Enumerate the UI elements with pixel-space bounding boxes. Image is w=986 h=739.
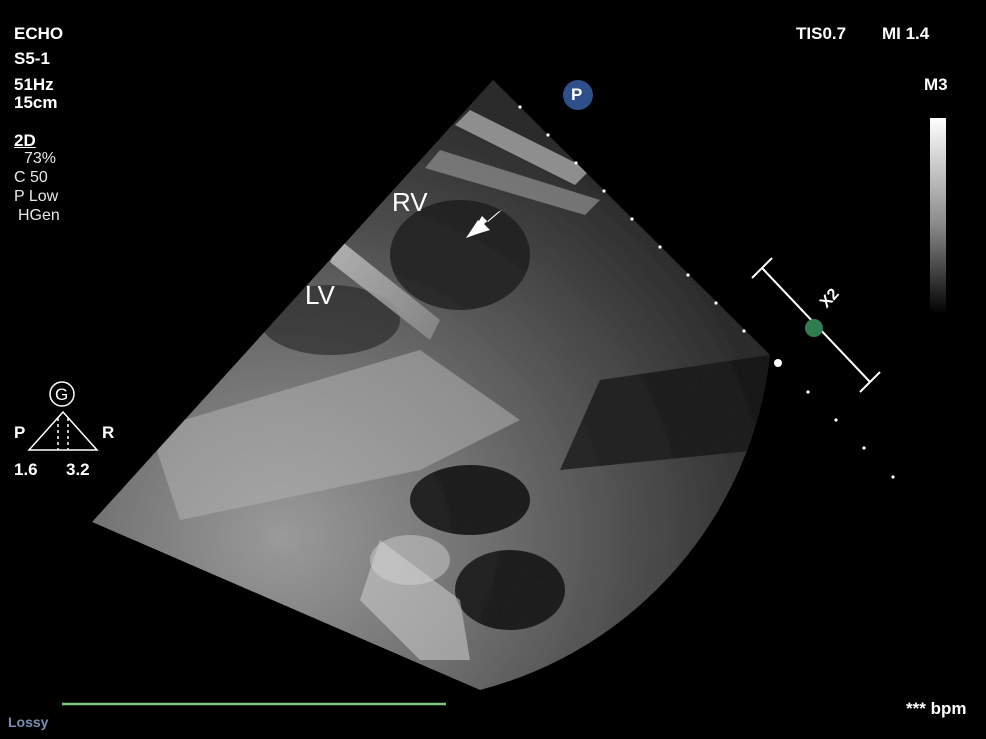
orientation-right-value: 3.2 [66,460,90,479]
rv-label: RV [392,187,428,217]
caliper-dot [805,319,823,337]
orientation-letter: G [55,385,69,404]
orientation-right: R [102,423,115,442]
heart-rate-label: *** bpm [906,699,967,718]
orientation-left: P [14,423,26,442]
ultrasound-sector-image [27,80,895,706]
orientation-triangle-icon [27,410,99,451]
orientation-left-value: 1.6 [14,460,38,479]
position-marker-letter: P [571,85,583,104]
lv-label: LV [305,280,335,310]
lossy-label: Lossy [8,714,49,730]
